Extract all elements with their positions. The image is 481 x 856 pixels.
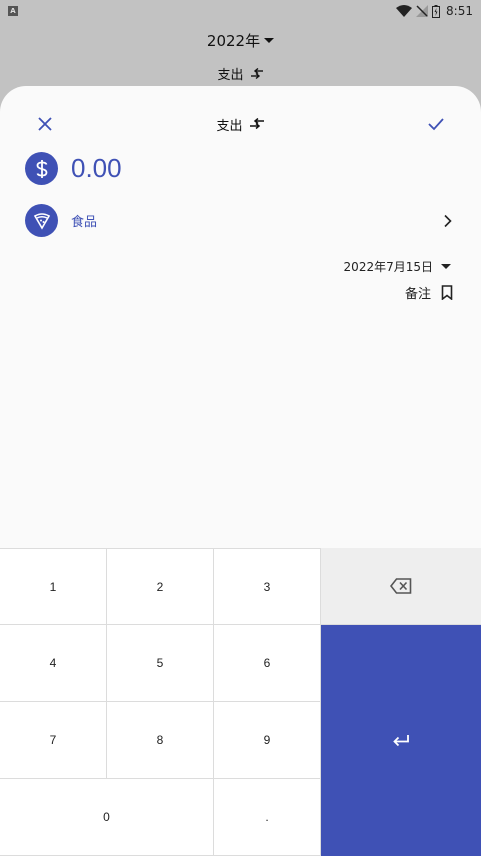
dropdown-arrow-icon — [264, 37, 275, 43]
close-icon — [38, 117, 52, 131]
date-selector[interactable]: 2022年7月15日 — [344, 258, 451, 275]
confirm-button[interactable] — [425, 114, 447, 134]
note-label: 备注 — [404, 287, 431, 302]
status-right: 8:51 — [396, 4, 473, 18]
status-left: A — [8, 6, 18, 16]
year-label: 2022年 — [206, 32, 261, 50]
key-3[interactable]: 3 — [214, 549, 321, 625]
dollar-icon — [25, 152, 58, 185]
wifi-icon — [396, 5, 413, 17]
key-0[interactable]: 0 — [0, 779, 214, 856]
key-5[interactable]: 5 — [107, 625, 214, 702]
sheet-type-toggle-wrap: 支出 — [0, 112, 481, 136]
note-button[interactable]: 备注 — [405, 283, 453, 302]
key-9[interactable]: 9 — [214, 702, 321, 779]
key-2[interactable]: 2 — [107, 549, 214, 625]
bookmark-icon — [441, 285, 453, 300]
enter-key[interactable] — [321, 625, 481, 856]
food-category-icon — [25, 204, 58, 237]
battery-icon — [432, 4, 441, 18]
key-decimal[interactable]: . — [214, 779, 321, 856]
key-1[interactable]: 1 — [0, 549, 107, 625]
dropdown-arrow-icon — [441, 263, 451, 269]
amount-display[interactable]: 0.00 — [71, 153, 122, 184]
amount-row: 0.00 — [25, 152, 122, 185]
sheet-type-label[interactable]: 支出 — [216, 115, 242, 134]
swap-icon — [250, 67, 263, 79]
check-icon — [428, 118, 444, 131]
close-button[interactable] — [35, 114, 55, 134]
year-selector[interactable]: 2022年 — [0, 30, 481, 51]
swap-icon[interactable] — [249, 118, 265, 130]
category-label: 食品 — [71, 215, 98, 230]
backspace-icon — [390, 578, 412, 594]
date-label: 2022年7月15日 — [343, 260, 433, 274]
enter-icon — [393, 734, 409, 746]
clock: 8:51 — [446, 4, 473, 18]
key-6[interactable]: 6 — [214, 625, 321, 702]
sheet-header: 支出 — [0, 112, 481, 136]
notification-icon: A — [8, 6, 18, 16]
chevron-right-icon — [444, 214, 452, 227]
key-8[interactable]: 8 — [107, 702, 214, 779]
key-7[interactable]: 7 — [0, 702, 107, 779]
no-signal-icon — [416, 5, 429, 17]
keypad: 1 2 3 4 5 6 7 8 9 0 . — [0, 548, 481, 856]
key-4[interactable]: 4 — [0, 625, 107, 702]
backspace-key[interactable] — [321, 548, 481, 625]
category-selector[interactable]: 食品 — [25, 204, 455, 237]
background-type-toggle[interactable]: 支出 — [0, 64, 481, 83]
status-bar: A 8:51 — [0, 0, 481, 22]
background-type-label: 支出 — [217, 68, 244, 83]
